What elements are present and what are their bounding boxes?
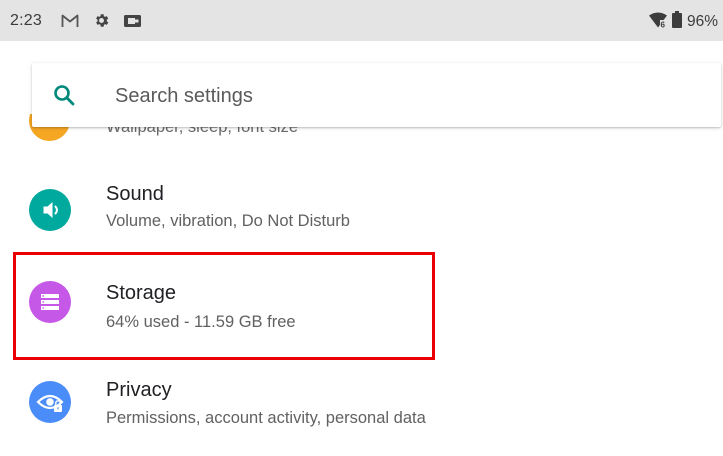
- privacy-title: Privacy: [106, 379, 172, 401]
- status-right: 6 96%: [648, 11, 718, 33]
- battery-icon: [671, 11, 682, 33]
- privacy-subtitle: Permissions, account activity, personal …: [106, 409, 426, 427]
- search-bar[interactable]: Search settings: [32, 63, 721, 127]
- storage-title: Storage: [106, 282, 177, 304]
- screen-record-icon: [123, 14, 142, 33]
- status-bar: 2:23 6 96%: [0, 0, 723, 41]
- battery-percent: 96%: [686, 13, 718, 30]
- svg-text:6: 6: [660, 20, 665, 28]
- settings-item-sound[interactable]: Sound Volume, vibration, Do Not Disturb: [0, 168, 723, 258]
- status-time: 2:23: [10, 12, 42, 29]
- storage-subtitle: 64% used - 11.59 GB free: [106, 313, 296, 331]
- volume-icon: [29, 189, 71, 231]
- storage-icon: [29, 281, 71, 323]
- search-icon: [52, 83, 76, 112]
- wifi-icon: 6: [648, 12, 667, 33]
- privacy-icon: [29, 381, 71, 423]
- settings-item-privacy[interactable]: Privacy Permissions, account activity, p…: [0, 366, 723, 456]
- sound-subtitle: Volume, vibration, Do Not Disturb: [106, 212, 350, 230]
- settings-item-storage[interactable]: Storage 64% used - 11.59 GB free: [0, 268, 723, 358]
- search-placeholder: Search settings: [115, 85, 253, 107]
- gmail-icon: [61, 14, 79, 33]
- gear-icon: [93, 12, 110, 34]
- sound-title: Sound: [106, 183, 164, 205]
